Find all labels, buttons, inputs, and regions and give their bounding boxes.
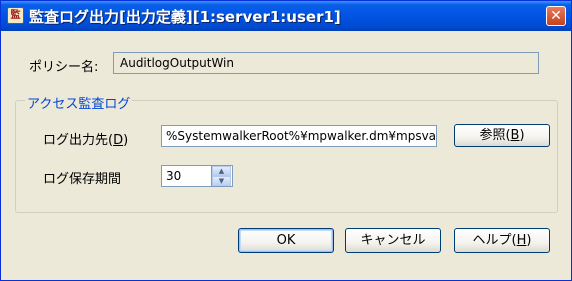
audit-log-group-title: アクセス監査ログ [25, 93, 133, 112]
output-label-suffix: ) [123, 133, 129, 148]
help-label-suffix: ) [526, 233, 532, 248]
audit-log-group [15, 100, 558, 213]
retention-period-label: ログ保存期間 [43, 172, 122, 187]
dialog-window: 監 監査ログ出力[出力定義][1:server1:user1] ✕ ポリシー名:… [0, 0, 572, 281]
retention-period-spinner: ▲ ▼ [211, 166, 231, 186]
help-label-mnemonic: H [516, 233, 527, 248]
output-destination-input[interactable]: %SystemwalkerRoot%¥mpwalker.dm¥mpsvad [161, 125, 437, 147]
title-bar[interactable]: 監 監査ログ出力[出力定義][1:server1:user1] ✕ [1, 1, 571, 31]
browse-label-text: 参照( [479, 128, 511, 143]
spin-down-icon[interactable]: ▼ [212, 176, 231, 186]
policy-name-label: ポリシー名: [29, 60, 99, 75]
help-button[interactable]: ヘルプ(H) [454, 228, 550, 253]
close-button[interactable]: ✕ [546, 6, 566, 26]
ok-button[interactable]: OK [238, 228, 334, 253]
cancel-button[interactable]: キャンセル [345, 228, 441, 253]
app-icon: 監 [7, 7, 24, 24]
policy-name-field: AuditlogOutputWin [113, 52, 539, 74]
output-label-text: ログ出力先( [43, 133, 114, 148]
output-label-mnemonic: D [113, 133, 124, 148]
spin-up-icon[interactable]: ▲ [212, 166, 231, 176]
browse-label-suffix: ) [519, 128, 525, 143]
help-label-text: ヘルプ( [472, 233, 517, 248]
browse-button[interactable]: 参照(B) [454, 124, 550, 147]
output-destination-label: ログ出力先(D) [43, 129, 128, 148]
window-title: 監査ログ出力[出力定義][1:server1:user1] [29, 8, 341, 26]
